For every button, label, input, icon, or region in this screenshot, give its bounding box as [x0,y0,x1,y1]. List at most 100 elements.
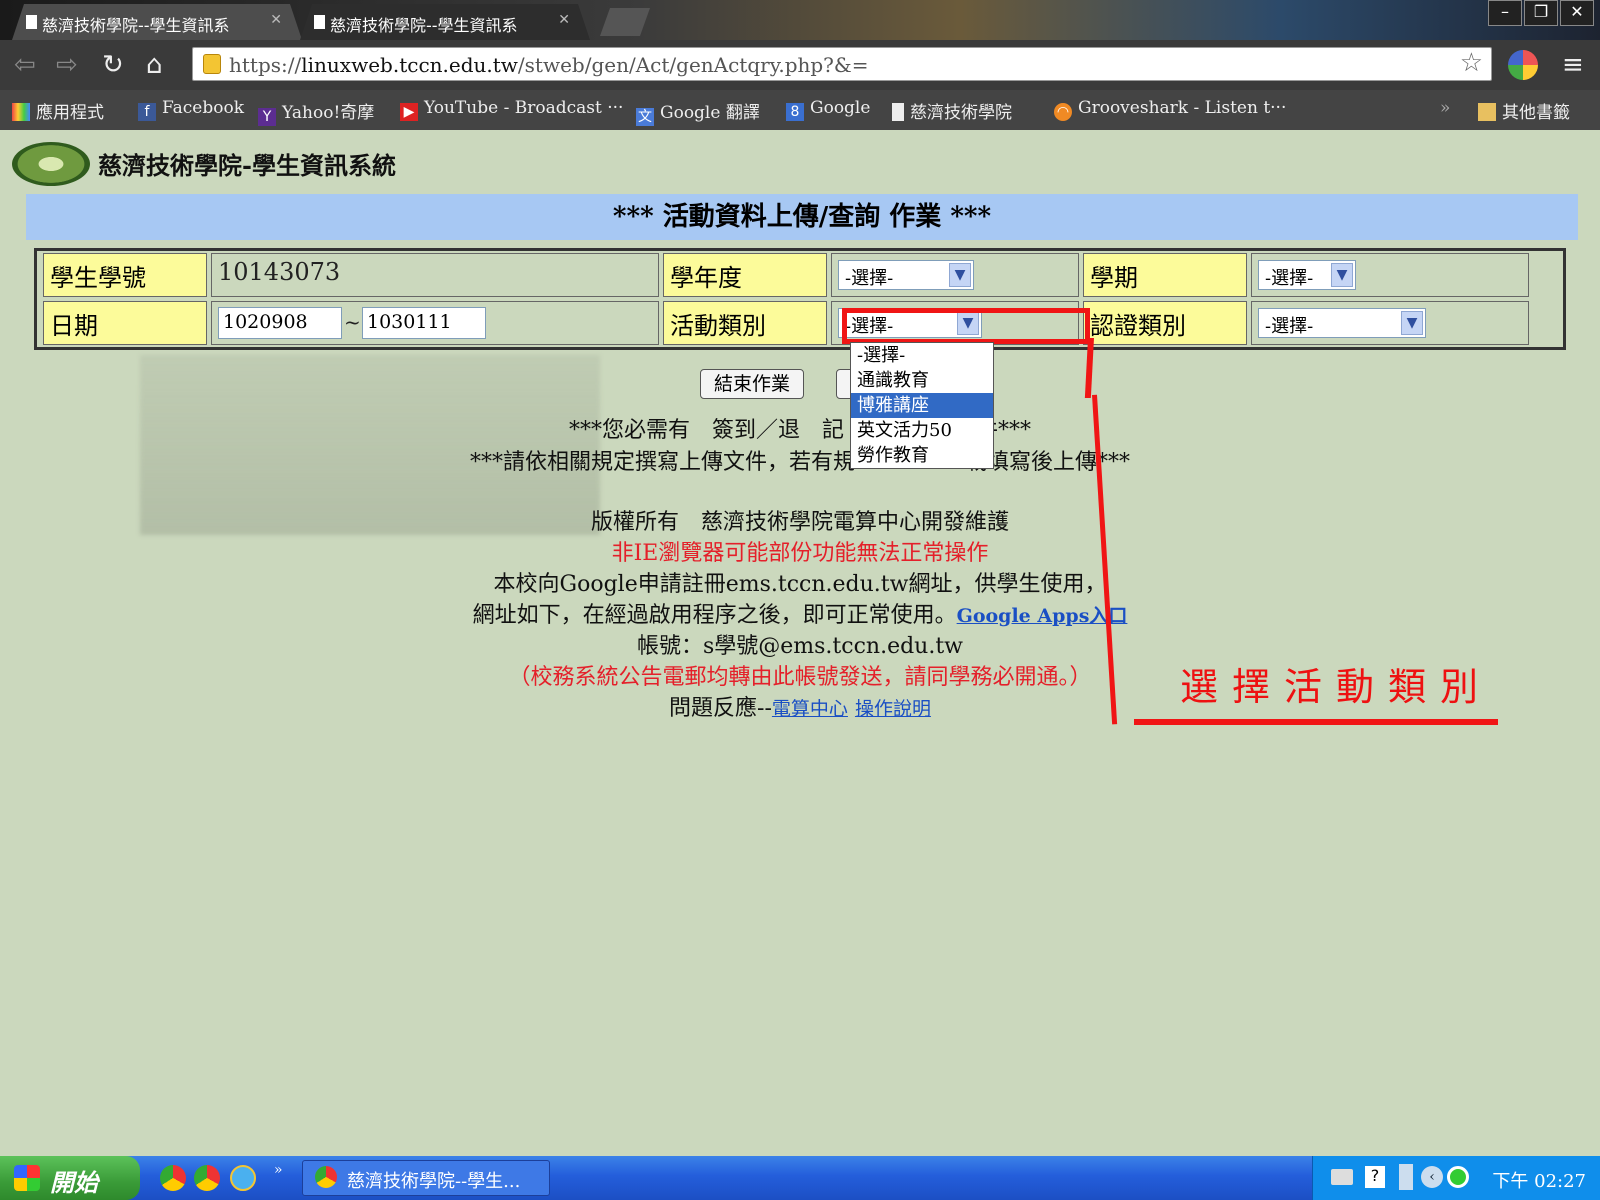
google-apps-line-1: 本校向Google申請註冊ems.tccn.edu.tw網址，供學生使用， [493,572,1107,597]
url-text: https://linuxweb.tccn.edu.tw/stweb/gen/A… [229,53,868,77]
bookmark-star-icon[interactable]: ☆ [1460,48,1483,78]
bookmark-other[interactable]: 其他書籤 [1478,98,1570,123]
cert-select[interactable]: -選擇- ▼ [1258,308,1426,338]
close-tab-icon[interactable]: ✕ [558,12,570,28]
url-scheme: https:// [229,53,302,77]
chrome-icon[interactable] [194,1165,220,1191]
close-tab-icon[interactable]: ✕ [270,12,282,28]
bookmark-apps[interactable]: 應用程式 [12,98,104,123]
site-title: 慈濟技術學院-學生資訊系統 [98,151,396,180]
bookmark-grooveshark[interactable]: ◠ Grooveshark - Listen t··· [1054,98,1286,121]
category-option[interactable]: 英文活力50 [851,418,993,443]
semester-cell: -選擇- ▼ [1251,253,1529,297]
tray-expand-icon[interactable]: ‹ [1421,1166,1443,1188]
bookmark-label: YouTube - Broadcast ··· [424,98,624,118]
student-id-label: 學生學號 [43,253,207,297]
restore-icon[interactable]: ❐ [1524,0,1558,26]
help-link[interactable]: 操作說明 [855,698,931,720]
school-logo [12,142,90,186]
home-icon[interactable]: ⌂ [146,50,163,80]
bookmark-label: Grooveshark - Listen t··· [1078,98,1287,118]
notice-2-text: ***請依相關規定撰寫上傳文件，若有規 [469,450,855,475]
taskbar-window-button[interactable]: 慈濟技術學院--學生... [302,1160,550,1196]
chrome-icon [315,1166,337,1188]
bookmark-youtube[interactable]: ▶ YouTube - Broadcast ··· [400,98,623,121]
chevron-down-icon: ▼ [1401,311,1423,335]
apps-grid-icon [12,103,30,121]
extension-icon[interactable] [1508,50,1538,80]
browser-tab-strip: 慈濟技術學院--學生資訊系 ✕ 慈濟技術學院--學生資訊系 ✕ – ❐ ✕ [0,0,1600,40]
category-dropdown-list: -選擇- 通識教育 博雅講座 英文活力50 勞作教育 [850,342,994,469]
start-label: 開始 [50,1169,98,1197]
notice-line-2: ***請依相關規定撰寫上傳文件，若有規 載填寫後上傳*** [0,444,1600,476]
page-icon [892,103,904,121]
browser-toolbar: ⇦ ⇨ ↻ ⌂ https://linuxweb.tccn.edu.tw/stw… [0,40,1600,90]
google-translate-icon: 文 [636,108,654,126]
google-icon: 8 [786,103,804,121]
reload-icon[interactable]: ↻ [102,50,124,80]
taskbar-window-title: 慈濟技術學院--學生... [347,1171,521,1192]
browser-tab-2[interactable]: 慈濟技術學院--學生資訊系 ✕ [300,4,590,40]
date-from-input[interactable]: 1020908 [218,307,342,339]
bookmark-label: Google 翻譯 [660,103,760,123]
windows-taskbar: 開始 » 慈濟技術學院--學生... ? ‹ 下午 02:27 [0,1156,1600,1200]
bookmark-google-translate[interactable]: 文 Google 翻譯 [636,98,760,126]
close-window-icon[interactable]: ✕ [1560,0,1594,26]
google-apps-line-2: 網址如下，在經過啟用程序之後，即可正常使用。Google Apps入口 [0,597,1600,629]
bookmarks-overflow[interactable]: » [1440,98,1450,118]
overflow-chevron-icon: » [1440,98,1451,118]
menu-icon[interactable]: ≡ [1562,50,1584,80]
bookmark-label: 其他書籤 [1502,103,1570,123]
computer-center-link[interactable]: 電算中心 [772,698,848,720]
forward-icon[interactable]: ⇨ [56,50,78,80]
quicklaunch-overflow-icon[interactable]: » [274,1162,283,1178]
help-icon[interactable]: ? [1365,1166,1385,1188]
date-range-separator: ~ [344,310,361,334]
chrome-icon[interactable] [160,1165,186,1191]
google-apps-link[interactable]: Google Apps入口 [957,605,1128,627]
address-bar[interactable]: https://linuxweb.tccn.edu.tw/stweb/gen/A… [192,47,1492,81]
network-icon[interactable] [1399,1164,1413,1190]
date-to-input[interactable]: 1030111 [362,307,486,339]
bookmark-google[interactable]: 8 Google [786,98,870,121]
category-option[interactable]: 勞作教育 [851,443,993,468]
page-banner: *** 活動資料上傳/查詢 作業 *** [26,194,1578,240]
back-icon[interactable]: ⇦ [14,50,36,80]
notice-line-1: ***您必需有 簽到／退 記文件*** [0,412,1600,444]
status-icon[interactable] [1447,1166,1469,1188]
url-host: linuxweb.tccn.edu.tw [301,53,518,77]
year-cell: -選擇- ▼ [831,253,1079,297]
date-label: 日期 [43,301,207,345]
category-option-highlighted[interactable]: 博雅講座 [851,393,993,418]
end-task-button[interactable]: 結束作業 [700,369,804,399]
browser-tab-1[interactable]: 慈濟技術學院--學生資訊系 ✕ [12,4,302,40]
category-option[interactable]: -選擇- [851,343,993,368]
folder-icon [1478,103,1496,121]
keyboard-icon[interactable] [1331,1169,1353,1185]
bookmark-facebook[interactable]: f Facebook [138,98,244,121]
annotation-label: 選擇活動類別 [1180,665,1493,709]
system-tray: ? ‹ 下午 02:27 [1312,1156,1600,1200]
internet-explorer-icon[interactable] [230,1165,256,1191]
start-button[interactable]: 開始 [0,1156,140,1200]
student-id-value: 10143073 [211,253,659,297]
youtube-icon: ▶ [400,103,418,121]
tab-title: 慈濟技術學院--學生資訊系 [330,16,518,35]
clock: 下午 02:27 [1492,1171,1586,1192]
page-icon [314,15,325,29]
category-option[interactable]: 通識教育 [851,368,993,393]
semester-select[interactable]: -選擇- ▼ [1258,260,1356,290]
semester-select-value: -選擇- [1265,268,1314,289]
bookmark-tccn[interactable]: 慈濟技術學院 [892,98,1012,123]
minimize-icon[interactable]: – [1488,0,1522,26]
chevron-down-icon: ▼ [949,263,971,287]
annotation-line [1134,719,1498,725]
year-select[interactable]: -選擇- ▼ [838,260,974,290]
new-tab-button[interactable] [600,8,650,36]
page-icon [26,15,37,29]
bookmark-yahoo[interactable]: Y Yahoo!奇摩 [258,98,374,126]
cert-cell: -選擇- ▼ [1251,301,1529,345]
google-apps-text: 網址如下，在經過啟用程序之後，即可正常使用。 [472,603,957,628]
cert-select-value: -選擇- [1265,316,1314,337]
lock-warning-icon [203,54,221,74]
